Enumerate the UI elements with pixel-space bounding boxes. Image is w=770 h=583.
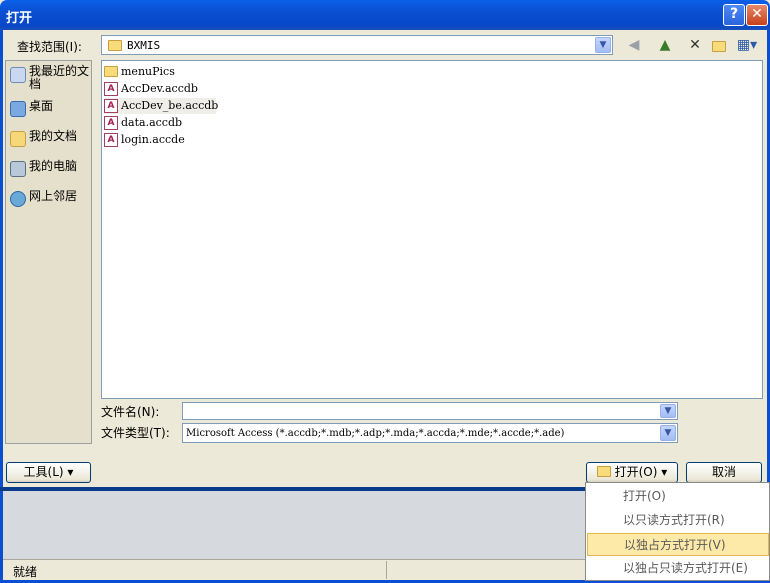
- chevron-down-icon[interactable]: ▼: [660, 425, 676, 441]
- tools-button[interactable]: 工具(L) ▾: [6, 462, 91, 483]
- lookin-combo[interactable]: BXMIS ▼: [101, 35, 613, 55]
- place-my-documents[interactable]: 我的文档: [6, 127, 92, 155]
- access-file-icon: A: [104, 99, 118, 113]
- places-bar: 我最近的文档 桌面 我的文档 我的电脑 网上邻居: [5, 60, 92, 444]
- place-label: 我的电脑: [29, 159, 78, 173]
- menu-item-open-exclusive[interactable]: 以独占方式打开(V): [587, 533, 769, 556]
- chevron-down-icon: ▾: [67, 465, 74, 479]
- open-label: 打开(O): [614, 465, 658, 479]
- open-dropdown-menu: 打开(O) 以只读方式打开(R) 以独占方式打开(V) 以独占只读方式打开(E): [585, 482, 770, 581]
- recent-documents-icon: [10, 67, 26, 83]
- help-button[interactable]: ?: [723, 4, 745, 26]
- list-item[interactable]: A AccDev_be.accdb: [104, 98, 219, 114]
- network-places-icon: [10, 191, 26, 207]
- access-file-icon: A: [104, 82, 118, 96]
- place-my-computer[interactable]: 我的电脑: [6, 157, 92, 185]
- menu-item-open[interactable]: 打开(O): [587, 485, 769, 508]
- access-file-icon: A: [104, 133, 118, 147]
- access-file-icon: A: [104, 116, 118, 130]
- file-name: menuPics: [121, 65, 175, 78]
- folder-icon: [108, 40, 122, 51]
- file-name: login.accde: [121, 133, 185, 146]
- file-name: AccDev_be.accdb: [121, 99, 219, 112]
- lookin-label: 查找范围(I):: [17, 40, 82, 54]
- filetype-value: Microsoft Access (*.accdb;*.mdb;*.adp;*.…: [186, 428, 565, 439]
- menu-item-open-readonly[interactable]: 以只读方式打开(R): [587, 509, 769, 532]
- filetype-select[interactable]: Microsoft Access (*.accdb;*.mdb;*.adp;*.…: [182, 423, 678, 443]
- list-item[interactable]: A login.accde: [104, 132, 185, 148]
- lookin-value: BXMIS: [127, 39, 161, 52]
- my-documents-icon: [10, 131, 26, 147]
- place-desktop[interactable]: 桌面: [6, 97, 92, 125]
- chevron-down-icon[interactable]: ▼: [595, 37, 611, 53]
- status-divider: [386, 561, 387, 579]
- list-item[interactable]: A data.accdb: [104, 115, 182, 131]
- new-folder-icon[interactable]: [709, 36, 729, 56]
- back-icon[interactable]: ◀: [624, 36, 644, 56]
- place-label: 我最近的文档: [29, 64, 90, 91]
- open-button[interactable]: 打开(O) ▾: [586, 462, 678, 483]
- my-computer-icon: [10, 161, 26, 177]
- file-list[interactable]: menuPics A AccDev.accdb A AccDev_be.accd…: [101, 60, 763, 399]
- close-button[interactable]: ✕: [746, 4, 768, 26]
- file-name: data.accdb: [121, 116, 183, 129]
- file-name: AccDev.accdb: [121, 82, 198, 95]
- filename-label: 文件名(N):: [101, 405, 160, 419]
- list-item[interactable]: A AccDev.accdb: [104, 81, 198, 97]
- filetype-label: 文件类型(T):: [101, 426, 170, 440]
- chevron-down-icon[interactable]: ▾: [661, 465, 667, 479]
- open-folder-icon: [596, 466, 611, 477]
- place-network[interactable]: 网上邻居: [6, 187, 92, 215]
- menu-item-open-exclusive-readonly[interactable]: 以独占只读方式打开(E): [587, 557, 769, 580]
- filename-field[interactable]: ▼: [182, 402, 678, 420]
- window-title: 打开: [6, 11, 33, 26]
- cancel-button[interactable]: 取消: [686, 462, 762, 483]
- desktop-icon: [10, 101, 26, 117]
- title-bar: [0, 0, 770, 30]
- folder-icon: [104, 66, 118, 77]
- tools-label: 工具(L): [23, 465, 64, 479]
- place-label: 网上邻居: [29, 189, 78, 203]
- views-icon[interactable]: ▦▾: [733, 36, 761, 56]
- place-recent[interactable]: 我最近的文档: [6, 63, 92, 93]
- chevron-down-icon[interactable]: ▼: [660, 404, 676, 418]
- place-label: 我的文档: [29, 129, 78, 143]
- up-folder-icon[interactable]: ▲: [655, 36, 675, 56]
- place-label: 桌面: [29, 99, 54, 113]
- delete-icon[interactable]: ✕: [685, 36, 705, 56]
- status-text: 就绪: [13, 565, 38, 579]
- list-item[interactable]: menuPics: [104, 64, 175, 80]
